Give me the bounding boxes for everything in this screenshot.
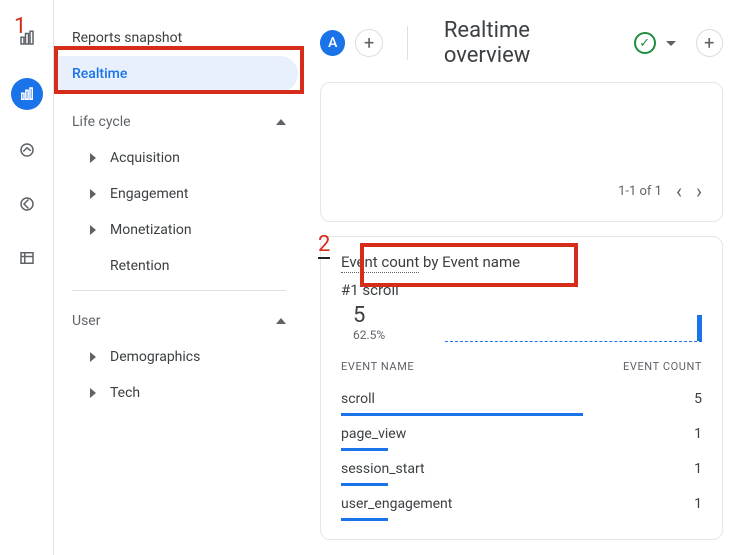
caret-right-icon: [90, 189, 96, 199]
sparkline: [445, 314, 702, 342]
row-name: scroll: [341, 391, 375, 407]
advertising-icon[interactable]: [13, 190, 41, 218]
rank-number: #1: [341, 281, 359, 299]
card-title-metric: Event count: [341, 253, 419, 273]
sidebar-item-label: Acquisition: [110, 150, 180, 166]
table-row[interactable]: scroll 5: [341, 381, 702, 416]
chevron-up-icon: [276, 119, 286, 125]
row-name: user_engagement: [341, 496, 452, 512]
pager-prev-button[interactable]: ‹: [676, 179, 682, 203]
sidebar-item-tech[interactable]: Tech: [54, 375, 304, 411]
table-header: EVENT NAME EVENT COUNT: [341, 360, 702, 381]
sidebar-item-retention[interactable]: Retention: [54, 248, 304, 284]
row-bar: [341, 518, 702, 521]
rank-name: scroll: [362, 281, 398, 299]
divider: [407, 26, 408, 60]
caret-right-icon: [90, 352, 96, 362]
percent-share: 62.5%: [341, 328, 385, 342]
caret-right-icon: [90, 225, 96, 235]
topbar: A + Realtime overview ✓ +: [320, 18, 723, 68]
sidebar-item-realtime[interactable]: Realtime: [54, 56, 298, 92]
sidebar-item-label: Monetization: [110, 222, 192, 238]
card-title-dimension: by Event name: [419, 253, 520, 271]
table-body: scroll5page_view1session_start1user_enga…: [341, 381, 702, 521]
sidebar-item-demographics[interactable]: Demographics: [54, 339, 304, 375]
sidebar-item-snapshot[interactable]: Reports snapshot: [54, 20, 304, 56]
spacer: [90, 261, 96, 271]
avatar[interactable]: A: [320, 30, 345, 56]
sidebar-section-lifecycle[interactable]: Life cycle: [54, 100, 304, 140]
table-row[interactable]: page_view 1: [341, 416, 702, 451]
row-count: 5: [694, 391, 702, 407]
row-name: session_start: [341, 461, 425, 477]
col-event-name: EVENT NAME: [341, 360, 414, 373]
divider: [72, 290, 286, 291]
sidebar-item-label: Tech: [110, 385, 140, 401]
row-count: 1: [694, 496, 702, 512]
reports-icon[interactable]: [11, 78, 43, 110]
icon-rail: [0, 0, 54, 555]
sidebar-item-monetization[interactable]: Monetization: [54, 212, 304, 248]
home-icon[interactable]: [13, 24, 41, 52]
status-check-icon[interactable]: ✓: [634, 32, 656, 54]
table-row[interactable]: session_start 1: [341, 451, 702, 486]
big-number: 5: [341, 303, 385, 328]
page-title: Realtime overview: [444, 18, 618, 68]
table-row[interactable]: user_engagement 1: [341, 486, 702, 521]
caret-right-icon: [90, 388, 96, 398]
add-card-button[interactable]: +: [696, 29, 723, 57]
chevron-up-icon: [276, 318, 286, 324]
card-event-count: Event count by Event name #1 scroll 5 62…: [320, 236, 723, 540]
sidebar-item-label: Retention: [110, 258, 170, 274]
section-label: User: [72, 313, 100, 329]
sidebar-section-user[interactable]: User: [54, 299, 304, 339]
sidebar-item-label: Engagement: [110, 186, 188, 202]
caret-right-icon: [90, 153, 96, 163]
dropdown-caret-icon[interactable]: [666, 41, 676, 46]
row-count: 1: [694, 461, 702, 477]
explore-icon[interactable]: [13, 136, 41, 164]
top-rank: #1 scroll: [341, 281, 702, 299]
sidebar: Reports snapshot Realtime Life cycle Acq…: [54, 0, 304, 555]
row-count: 1: [694, 426, 702, 442]
sidebar-item-label: Demographics: [110, 349, 200, 365]
configure-icon[interactable]: [13, 244, 41, 272]
card-title: Event count by Event name: [341, 253, 702, 271]
card-summary: 1-1 of 1 ‹ ›: [320, 82, 723, 222]
sidebar-item-engagement[interactable]: Engagement: [54, 176, 304, 212]
pager: 1-1 of 1 ‹ ›: [341, 179, 702, 203]
pager-label: 1-1 of 1: [618, 184, 662, 199]
col-event-count: EVENT COUNT: [623, 360, 702, 373]
section-label: Life cycle: [72, 114, 131, 130]
sidebar-item-acquisition[interactable]: Acquisition: [54, 140, 304, 176]
main-content: A + Realtime overview ✓ + 1-1 of 1 ‹ › E…: [304, 0, 739, 555]
pager-next-button[interactable]: ›: [696, 179, 702, 203]
row-name: page_view: [341, 426, 406, 442]
add-comparison-button[interactable]: +: [355, 29, 382, 57]
